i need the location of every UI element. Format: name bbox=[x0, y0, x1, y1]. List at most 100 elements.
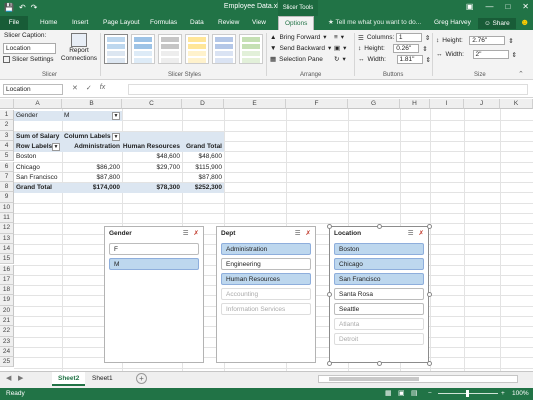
spinner-icon[interactable]: ⇕ bbox=[508, 37, 513, 45]
cell-d6[interactable]: $115,900 bbox=[182, 163, 222, 173]
slicer-item-santa-rosa[interactable]: Santa Rosa bbox=[334, 288, 424, 300]
cell-d7[interactable]: $87,800 bbox=[182, 173, 223, 183]
resize-handle[interactable] bbox=[427, 292, 432, 297]
group-button[interactable]: ▣ ▾ bbox=[334, 44, 346, 52]
clear-filter-icon[interactable]: ✗ bbox=[306, 229, 311, 237]
column-header-h[interactable]: H bbox=[400, 99, 430, 109]
select-all-corner[interactable] bbox=[0, 99, 14, 109]
slicer-item-boston[interactable]: Boston bbox=[334, 243, 424, 255]
cell-c6[interactable]: $29,700 bbox=[122, 163, 181, 173]
cell-b8[interactable]: $174,000 bbox=[62, 183, 120, 193]
size-width-input[interactable]: 2" bbox=[472, 50, 509, 59]
row-header-10[interactable]: 10 bbox=[0, 202, 14, 213]
zoom-out-icon[interactable]: − bbox=[428, 388, 432, 400]
tab-options[interactable]: Options bbox=[278, 16, 315, 30]
tell-me-box[interactable]: ★ Tell me what you want to do... bbox=[328, 16, 421, 30]
row-header-22[interactable]: 22 bbox=[0, 326, 14, 337]
slicer-item-information-services[interactable]: Information Services bbox=[221, 303, 311, 315]
slicer-item-accounting[interactable]: Accounting bbox=[221, 288, 311, 300]
cell-b1[interactable]: M bbox=[64, 111, 69, 121]
resize-handle[interactable] bbox=[327, 224, 332, 229]
page-break-view-icon[interactable]: ▤ bbox=[411, 388, 418, 400]
slicer-item-atlanta[interactable]: Atlanta bbox=[334, 318, 424, 330]
row-header-24[interactable]: 24 bbox=[0, 346, 14, 358]
column-header-c[interactable]: C bbox=[122, 99, 182, 109]
cell-c5[interactable]: $48,600 bbox=[122, 152, 181, 162]
filter-dropdown-icon[interactable]: ▼ bbox=[112, 112, 120, 120]
send-backward-button[interactable]: ▼ Send Backward ▾ bbox=[270, 44, 331, 53]
cell-c8[interactable]: $78,300 bbox=[122, 183, 181, 193]
share-button[interactable]: ☺ Share bbox=[478, 18, 516, 29]
cell-a6[interactable]: Chicago bbox=[16, 163, 40, 173]
slicer-item-seattle[interactable]: Seattle bbox=[334, 303, 424, 315]
tab-home[interactable]: Home bbox=[40, 16, 57, 30]
location-slicer[interactable]: Location ☰ ✗ Boston Chicago San Francisc… bbox=[329, 226, 429, 363]
cell-d4[interactable]: Grand Total bbox=[182, 142, 222, 152]
cell-a1[interactable]: Gender bbox=[16, 111, 38, 121]
slicer-settings-button[interactable]: Slicer Settings bbox=[3, 56, 54, 63]
row-header-1[interactable]: 1 bbox=[0, 110, 14, 121]
slicer-item-m[interactable]: M bbox=[109, 258, 199, 270]
function-icon[interactable]: fx bbox=[100, 84, 105, 92]
scrollbar-thumb[interactable] bbox=[329, 377, 419, 381]
report-connections-button[interactable]: Report Connections bbox=[60, 33, 98, 63]
tab-file[interactable]: File bbox=[0, 16, 28, 30]
slicer-caption-input[interactable]: Location bbox=[3, 43, 56, 54]
spinner-icon[interactable]: ⇕ bbox=[422, 45, 427, 53]
column-header-d[interactable]: D bbox=[182, 99, 224, 109]
row-header-15[interactable]: 15 bbox=[0, 254, 14, 265]
cell-b6[interactable]: $86,200 bbox=[62, 163, 121, 173]
slicer-item-administration[interactable]: Administration bbox=[221, 243, 311, 255]
tab-review[interactable]: Review bbox=[218, 16, 239, 30]
row-header-16[interactable]: 16 bbox=[0, 264, 14, 275]
zoom-in-icon[interactable]: + bbox=[501, 388, 505, 400]
column-header-i[interactable]: I bbox=[430, 99, 464, 109]
row-header-7[interactable]: 7 bbox=[0, 171, 14, 183]
tab-page-layout[interactable]: Page Layout bbox=[103, 16, 140, 30]
row-header-8[interactable]: 8 bbox=[0, 182, 14, 193]
formula-input[interactable] bbox=[128, 84, 528, 95]
row-header-5[interactable]: 5 bbox=[0, 151, 14, 162]
tab-data[interactable]: Data bbox=[190, 16, 204, 30]
column-header-e[interactable]: E bbox=[224, 99, 286, 109]
gender-slicer[interactable]: Gender ☰ ✗ F M bbox=[104, 226, 204, 363]
button-height-input[interactable]: 0.26" bbox=[393, 44, 420, 53]
row-header-18[interactable]: 18 bbox=[0, 285, 14, 296]
collapse-ribbon-icon[interactable]: ⌃ bbox=[518, 70, 524, 78]
scroll-right-icon[interactable]: ▶ bbox=[18, 374, 23, 382]
row-header-12[interactable]: 12 bbox=[0, 223, 14, 234]
resize-handle[interactable] bbox=[377, 224, 382, 229]
column-header-j[interactable]: J bbox=[464, 99, 500, 109]
resize-handle[interactable] bbox=[427, 224, 432, 229]
user-name[interactable]: Greg Harvey bbox=[434, 16, 471, 30]
slicer-item-detroit[interactable]: Detroit bbox=[334, 333, 424, 345]
column-header-f[interactable]: F bbox=[286, 99, 348, 109]
feedback-smiley-icon[interactable]: ☻ bbox=[520, 17, 529, 27]
slicer-item-f[interactable]: F bbox=[109, 243, 199, 255]
spinner-icon[interactable]: ⇕ bbox=[426, 56, 431, 64]
spinner-icon[interactable]: ⇕ bbox=[425, 34, 430, 42]
cell-a3[interactable]: Sum of Salary bbox=[16, 132, 59, 142]
row-header-17[interactable]: 17 bbox=[0, 274, 14, 286]
spinner-icon[interactable]: ⇕ bbox=[512, 51, 517, 59]
resize-handle[interactable] bbox=[327, 361, 332, 366]
tab-insert[interactable]: Insert bbox=[72, 16, 88, 30]
resize-handle[interactable] bbox=[377, 361, 382, 366]
enter-icon[interactable]: ✓ bbox=[86, 84, 92, 92]
multi-select-icon[interactable]: ☰ bbox=[408, 229, 414, 237]
cell-a7[interactable]: San Francisco bbox=[16, 173, 58, 183]
rotate-button[interactable]: ↻ ▾ bbox=[334, 55, 346, 63]
clear-filter-icon[interactable]: ✗ bbox=[194, 229, 199, 237]
cell-c4[interactable]: Human Resources bbox=[122, 142, 180, 152]
row-header-4[interactable]: 4 bbox=[0, 140, 14, 152]
row-header-20[interactable]: 20 bbox=[0, 305, 14, 316]
resize-handle[interactable] bbox=[327, 292, 332, 297]
button-width-input[interactable]: 1.81" bbox=[396, 55, 423, 64]
row-header-23[interactable]: 23 bbox=[0, 336, 14, 347]
row-header-13[interactable]: 13 bbox=[0, 233, 14, 244]
ribbon-display-icon[interactable]: ▣ bbox=[466, 2, 474, 11]
new-sheet-button[interactable]: + bbox=[136, 373, 147, 384]
zoom-level[interactable]: 100% bbox=[512, 388, 529, 400]
resize-handle[interactable] bbox=[427, 361, 432, 366]
column-header-a[interactable]: A bbox=[14, 99, 62, 109]
